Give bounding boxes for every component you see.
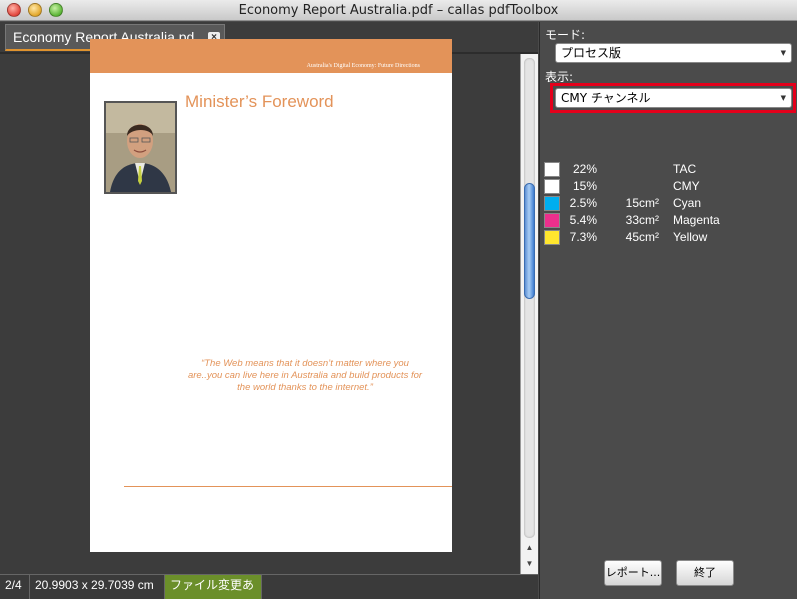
mode-select-value: プロセス版: [561, 46, 622, 60]
status-page-size: 20.9903 x 29.7039 cm: [30, 575, 165, 599]
status-file-modified: ファイル変更あり: [165, 575, 262, 599]
swatch-tac: [544, 162, 560, 177]
color-row-cyan: 2.5% 15cm² Cyan: [544, 196, 794, 213]
page-rule: [124, 486, 452, 487]
view-select-value: CMY チャンネル: [561, 91, 651, 105]
minimize-window-button[interactable]: [28, 3, 42, 17]
tac-name: TAC: [673, 162, 697, 176]
cmy-name: CMY: [673, 179, 700, 193]
yellow-area: 45cm²: [625, 230, 659, 244]
page-header-text: Australia's Digital Economy: Future Dire…: [306, 63, 420, 69]
scroll-down-arrow-icon[interactable]: ▼: [521, 557, 538, 571]
page-header-band: Australia's Digital Economy: Future Dire…: [90, 39, 452, 73]
minister-photo: [104, 101, 177, 194]
swatch-cmy: [544, 179, 560, 194]
end-button[interactable]: 終了: [676, 560, 734, 586]
magenta-area: 33cm²: [625, 213, 659, 227]
color-row-tac: 22% TAC: [544, 162, 794, 179]
mode-label: モード:: [545, 28, 586, 42]
tac-percent: 22%: [572, 162, 597, 176]
yellow-percent: 7.3%: [569, 230, 597, 244]
cyan-area: 15cm²: [625, 196, 659, 210]
report-button[interactable]: レポート...: [604, 560, 662, 586]
magenta-percent: 5.4%: [569, 213, 597, 227]
status-page-number: 2/4: [0, 575, 30, 599]
chevron-down-icon: ▼: [780, 94, 786, 102]
magenta-name: Magenta: [673, 213, 720, 227]
scrollbar-thumb[interactable]: [524, 183, 535, 299]
cmy-percent: 15%: [572, 179, 597, 193]
color-row-yellow: 7.3% 45cm² Yellow: [544, 230, 794, 247]
status-bar: 2/4 20.9903 x 29.7039 cm ファイル変更あり: [0, 574, 538, 599]
swatch-magenta: [544, 213, 560, 228]
vertical-scrollbar[interactable]: ▲ ▼: [520, 54, 538, 574]
zoom-window-button[interactable]: [49, 3, 63, 17]
cyan-percent: 2.5%: [569, 196, 597, 210]
window-title: Economy Report Australia.pdf – callas pd…: [238, 3, 559, 18]
title-bar: Economy Report Australia.pdf – callas pd…: [0, 0, 797, 21]
swatch-yellow: [544, 230, 560, 245]
view-select[interactable]: CMY チャンネル ▼: [555, 88, 792, 108]
color-row-cmy: 15% CMY: [544, 179, 794, 196]
page-quote: “The Web means that it doesn’t matter wh…: [187, 358, 423, 393]
swatch-cyan: [544, 196, 560, 211]
cyan-name: Cyan: [673, 196, 702, 210]
output-preview-panel: モード: プロセス版 ▼ 表示: CMY チャンネル ▼ 22% TAC 15%…: [539, 22, 797, 599]
pdf-page: Australia's Digital Economy: Future Dire…: [90, 39, 452, 552]
chevron-down-icon: ▼: [780, 49, 786, 57]
color-row-magenta: 5.4% 33cm² Magenta: [544, 213, 794, 230]
yellow-name: Yellow: [673, 230, 708, 244]
close-window-button[interactable]: [7, 3, 21, 17]
mode-select[interactable]: プロセス版 ▼: [555, 43, 792, 63]
scroll-up-arrow-icon[interactable]: ▲: [521, 541, 538, 555]
page-title: Minister’s Foreword: [185, 92, 334, 111]
